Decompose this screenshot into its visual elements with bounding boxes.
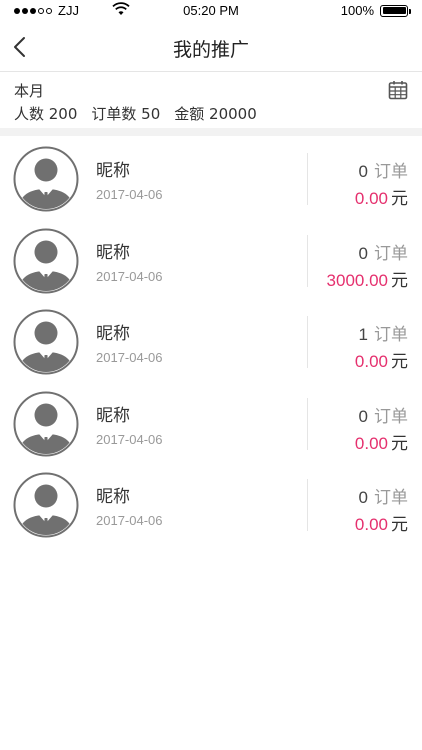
avatar	[13, 391, 79, 456]
list-item[interactable]: 昵称 2017-04-06 0 订单 0.00 元	[0, 462, 422, 544]
calendar-icon[interactable]	[388, 80, 408, 100]
amount-value: 0.00	[354, 352, 388, 371]
join-date: 2017-04-06	[96, 431, 163, 447]
battery-level	[382, 7, 406, 14]
user-nickname: 昵称	[96, 405, 130, 426]
order-count-group: 0 订单	[359, 239, 408, 264]
amount-group: 0.00 元	[355, 184, 408, 209]
order-count: 0	[358, 243, 368, 263]
amount-unit: 元	[391, 270, 408, 291]
avatar	[13, 228, 79, 293]
join-date: 2017-04-06	[96, 268, 163, 284]
page-title: 我的推广	[172, 39, 249, 61]
order-count: 0	[358, 488, 368, 507]
order-label: 订单	[374, 325, 408, 345]
summary-period: 本月	[14, 82, 45, 100]
order-count-group: 0 订单	[359, 157, 408, 182]
row-divider	[307, 234, 308, 287]
row-divider	[307, 153, 308, 205]
summary-amount: 金额 20000	[174, 105, 257, 123]
amount-group: 0.00 元	[355, 510, 408, 535]
order-label: 订单	[374, 406, 408, 427]
order-label: 订单	[374, 162, 408, 182]
order-count-group: 0 订单	[359, 402, 408, 427]
amount-group: 0.00 元	[355, 429, 408, 454]
avatar	[13, 146, 79, 212]
user-nickname: 昵称	[96, 161, 130, 181]
row-divider	[307, 397, 308, 450]
section-divider	[0, 128, 422, 136]
order-count: 0	[358, 162, 368, 181]
summary-people: 人数 200	[14, 105, 78, 123]
promotion-list: 昵称 2017-04-06 0订单 0.00元 昵称 2017-04-06	[0, 136, 422, 544]
join-date: 2017-04-06	[96, 513, 163, 528]
amount-unit: 元	[391, 189, 408, 209]
avatar	[13, 472, 79, 538]
status-bar: ZJJ 05:20 PM 100%	[0, 0, 422, 22]
list-item[interactable]: 昵称 2017-04-06 0 订单 3000.00 元	[0, 218, 422, 300]
list-item[interactable]: 昵称 2017-04-06 0 订单 0.00 元	[0, 381, 422, 463]
order-label: 订单	[374, 488, 408, 508]
amount-group: 3000.00 元	[327, 266, 408, 291]
amount-unit: 元	[391, 352, 408, 372]
order-count-group: 1 订单	[359, 320, 408, 345]
user-nickname: 昵称	[96, 487, 130, 507]
join-date: 2017-04-06	[96, 187, 163, 202]
amount-group: 0.00 元	[355, 347, 408, 372]
amount-value: 0.00	[354, 189, 388, 208]
summary-stats: 人数 200 订单数 50 金额 20000	[14, 103, 271, 124]
list-item[interactable]: 昵称 2017-04-06 1 订单 0.00 元	[0, 299, 422, 381]
order-count: 0	[358, 406, 368, 426]
amount-value: 0.00	[354, 433, 388, 453]
status-right: 100%	[340, 3, 411, 18]
amount-unit: 元	[391, 433, 408, 454]
battery-icon	[380, 4, 411, 17]
row-divider	[307, 479, 308, 531]
battery-percent: 100%	[340, 3, 374, 18]
amount-value: 3000.00	[326, 270, 388, 290]
order-count: 1	[358, 325, 368, 344]
amount-value: 0.00	[354, 515, 388, 534]
list-item[interactable]: 昵称 2017-04-06 0 订单 0.00 元	[0, 136, 422, 218]
order-count-group: 0 订单	[359, 483, 408, 508]
navigation-bar: 我的推广	[0, 22, 422, 72]
user-nickname: 昵称	[96, 324, 130, 344]
amount-unit: 元	[391, 515, 408, 535]
avatar	[13, 309, 79, 375]
row-divider	[307, 316, 308, 368]
order-label: 订单	[374, 243, 408, 264]
user-nickname: 昵称	[96, 242, 130, 263]
summary-panel: 本月 人数 200 订单数 50 金额 20000	[0, 72, 422, 128]
summary-orders: 订单数 50	[91, 105, 161, 123]
join-date: 2017-04-06	[96, 350, 163, 365]
